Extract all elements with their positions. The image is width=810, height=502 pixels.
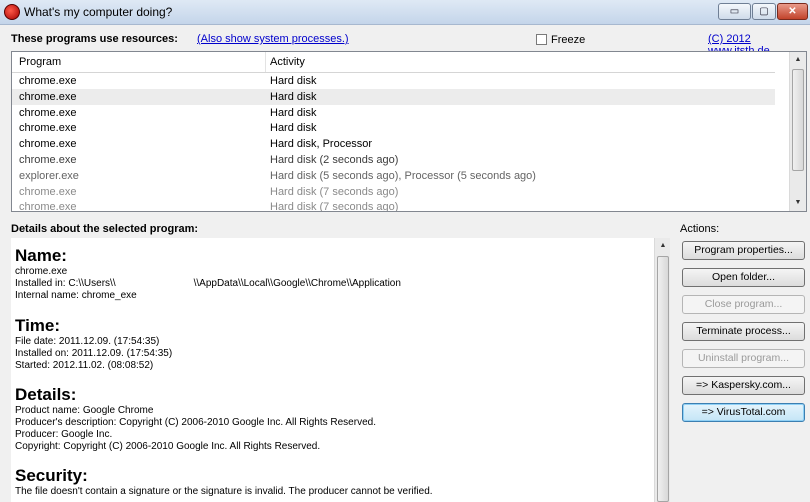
list-scroll-thumb[interactable] — [792, 69, 804, 171]
table-row[interactable]: chrome.exe Hard disk (7 seconds ago) — [12, 184, 775, 200]
security-text: The file doesn't contain a signature or … — [15, 486, 433, 497]
actions-label: Actions: — [680, 223, 720, 235]
program-cell: chrome.exe — [19, 75, 77, 87]
product-name: Product name: Google Chrome — [15, 405, 154, 416]
activity-cell: Hard disk — [270, 106, 317, 119]
program-cell: chrome.exe — [19, 90, 77, 103]
started-time: Started: 2012.11.02. (08:08:52) — [15, 360, 154, 371]
window-title: What's my computer doing? — [24, 5, 173, 19]
uninstall-program-button[interactable]: Uninstall program... — [682, 349, 805, 368]
details-section-label: Details about the selected program: — [11, 223, 199, 235]
program-cell: chrome.exe — [19, 106, 77, 119]
table-row[interactable]: chrome.exe Hard disk, Processor — [12, 136, 775, 152]
producer-description: Producer's description: Copyright (C) 20… — [15, 417, 376, 428]
open-folder-button[interactable]: Open folder... — [682, 268, 805, 287]
details-scrollbar[interactable]: ▲ — [654, 238, 670, 502]
redacted-username — [115, 278, 194, 289]
freeze-label: Freeze — [551, 34, 586, 46]
virustotal-button[interactable]: => VirusTotal.com — [682, 403, 805, 422]
activity-cell: Hard disk, Processor — [270, 138, 373, 151]
installed-path: Installed in: C:\\Users\\ \\AppData\\Loca… — [15, 278, 401, 289]
scroll-down-arrow-icon[interactable]: ▼ — [790, 195, 806, 211]
file-date: File date: 2011.12.09. (17:54:35) — [15, 336, 160, 347]
programs-label: These programs use resources: — [11, 33, 178, 45]
terminate-process-button[interactable]: Terminate process... — [682, 322, 805, 341]
table-row[interactable]: explorer.exe Hard disk (5 seconds ago), P… — [12, 168, 775, 184]
kaspersky-button[interactable]: => Kaspersky.com... — [682, 376, 805, 395]
security-heading: Security: — [15, 466, 88, 485]
producer: Producer: Google Inc. — [15, 429, 113, 440]
table-row[interactable]: chrome.exe Hard disk (7 seconds ago) — [12, 199, 775, 212]
column-header-row: Program Activity — [12, 52, 775, 73]
column-header-program[interactable]: Program — [19, 56, 61, 68]
activity-cell: Hard disk (7 seconds ago) — [270, 201, 399, 212]
details-heading: Details: — [15, 385, 77, 404]
table-row[interactable]: chrome.exe Hard disk — [12, 73, 775, 89]
column-divider — [265, 52, 266, 72]
details-scroll-up-arrow-icon[interactable]: ▲ — [655, 238, 670, 254]
close-program-button[interactable]: Close program... — [682, 295, 805, 314]
table-row[interactable]: chrome.exe Hard disk — [12, 88, 775, 105]
installed-path-prefix: Installed in: C:\\Users\\ — [15, 278, 116, 290]
activity-cell: Hard disk (7 seconds ago) — [270, 185, 399, 198]
minimize-button[interactable]: ▭ — [718, 3, 751, 20]
copyright-text: Copyright: Copyright (C) 2006-2010 Googl… — [15, 441, 321, 452]
activity-cell: Hard disk — [270, 122, 317, 135]
activity-cell: Hard disk (2 seconds ago) — [270, 154, 399, 166]
program-cell: explorer.exe — [19, 169, 79, 182]
installed-path-suffix: \\AppData\\Local\\Google\\Chrome\\Applic… — [193, 278, 401, 290]
table-row[interactable]: chrome.exe Hard disk — [12, 120, 775, 136]
details-scroll-thumb[interactable] — [657, 256, 669, 502]
program-cell: chrome.exe — [19, 122, 77, 135]
name-heading: Name: — [15, 246, 67, 265]
internal-name: Internal name: chrome_exe — [15, 290, 137, 301]
list-scrollbar[interactable]: ▲ ▼ — [789, 52, 806, 211]
details-panel: Name: chrome.exe Installed in: C:\\Users… — [11, 238, 670, 502]
table-row[interactable]: chrome.exe Hard disk — [12, 105, 775, 121]
activity-cell: Hard disk — [270, 75, 317, 87]
program-cell: chrome.exe — [19, 138, 77, 151]
programs-list[interactable]: Program Activity chrome.exe Hard disk chro… — [11, 51, 807, 212]
column-header-activity[interactable]: Activity — [270, 56, 305, 68]
installed-on: Installed on: 2011.12.09. (17:54:35) — [15, 348, 173, 359]
title-bar: What's my computer doing? ▭ ▢ ✕ — [0, 0, 810, 25]
time-heading: Time: — [15, 316, 61, 335]
scroll-up-arrow-icon[interactable]: ▲ — [790, 52, 806, 68]
activity-cell: Hard disk (5 seconds ago), Processor (5 … — [270, 169, 536, 182]
freeze-checkbox[interactable] — [536, 34, 547, 45]
show-system-processes-link[interactable]: (Also show system processes.) — [197, 33, 349, 45]
maximize-button[interactable]: ▢ — [752, 3, 776, 20]
app-icon — [4, 4, 20, 20]
program-cell: chrome.exe — [19, 154, 77, 166]
name-value: chrome.exe — [15, 266, 68, 277]
program-properties-button[interactable]: Program properties... — [682, 241, 805, 260]
activity-cell: Hard disk — [270, 90, 317, 103]
close-button[interactable]: ✕ — [777, 3, 808, 20]
table-row[interactable]: chrome.exe Hard disk (2 seconds ago) — [12, 152, 775, 168]
program-cell: chrome.exe — [19, 201, 77, 212]
program-cell: chrome.exe — [19, 185, 77, 198]
